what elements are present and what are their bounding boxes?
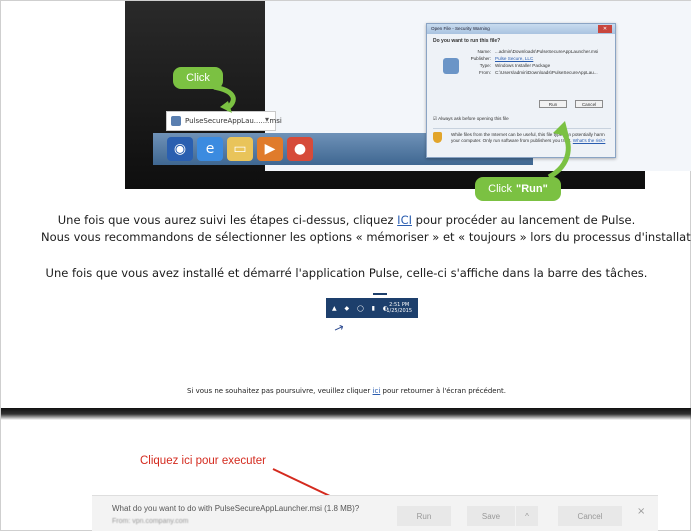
dialog-title: Open File - Security Warning [427,24,615,34]
tray-clock: 2:51 PM 1/25/2015 [386,302,412,314]
folder-icon: ▭ [227,137,253,161]
file-info-row: Type: Windows Installer Package [479,63,551,68]
cancel-button[interactable]: Cancel [558,506,622,526]
run-callout: Click "Run" [475,177,561,201]
msi-file-icon [171,116,181,126]
ie-icon: e [197,137,223,161]
instruction-line-3: Une fois que vous avez installé et démar… [45,266,648,280]
run-button[interactable]: Run [397,506,451,526]
file-info-row: From: C:\Users\admin\Downloads\PulseSecur… [479,70,598,75]
execute-annotation: Cliquez ici pour executer [140,455,266,467]
section-divider [1,408,691,420]
system-tray: ▲ ◆ ◯ ▮ ◐ 2:51 PM 1/25/2015 [326,298,418,318]
always-ask-checkbox[interactable]: ☑ Always ask before opening this file [433,116,509,122]
save-button[interactable]: Save [467,506,515,526]
pointer-arrow-icon: ↗ [331,319,347,337]
windows-start-icon: ◉ [167,137,193,161]
return-instruction: Si vous ne souhaitez pas poursuivre, veu… [186,387,507,395]
dialog-question: Do you want to run this file? [433,38,501,44]
run-button[interactable]: Run [539,100,567,108]
file-info-row: Publisher: Pulse Secure, LLC [470,56,534,61]
installer-icon [443,58,459,74]
launch-link[interactable]: ICI [397,213,412,227]
close-icon[interactable]: ✕ [598,25,612,33]
download-source: From: vpn.company.com [112,518,189,525]
file-info-row: Name: ...admin\Downloads\PulseSecureAppLa… [477,49,599,54]
chrome-icon: ● [287,137,313,161]
security-warning-dialog: Open File - Security Warning ✕ Do you wa… [426,23,616,158]
callout-arrow-icon [213,85,236,113]
cancel-button[interactable]: Cancel [575,100,603,108]
chevron-down-icon: ▾ [264,115,269,124]
callout-arrow-icon [547,121,571,180]
ie-download-bar: What do you want to do with PulseSecureA… [92,495,658,531]
instruction-line-1: Une fois que vous aurez suivi les étapes… [57,213,636,227]
warning-text: While files from the Internet can be use… [433,128,611,154]
tray-icons: ▲ ◆ ◯ ▮ ◐ [332,305,392,312]
download-question: What do you want to do with PulseSecureA… [112,504,360,513]
tray-indicator [373,293,387,295]
save-options-chevron-icon[interactable]: ^ [516,506,538,526]
instruction-line-2: Nous vous recommandons de sélectionner l… [41,230,691,244]
close-icon[interactable]: × [637,506,645,517]
media-player-icon: ▶ [257,137,283,161]
page-frame: ◉ e ▭ ▶ ● PulseSecureAppLau.......msi ▾ … [0,0,691,531]
